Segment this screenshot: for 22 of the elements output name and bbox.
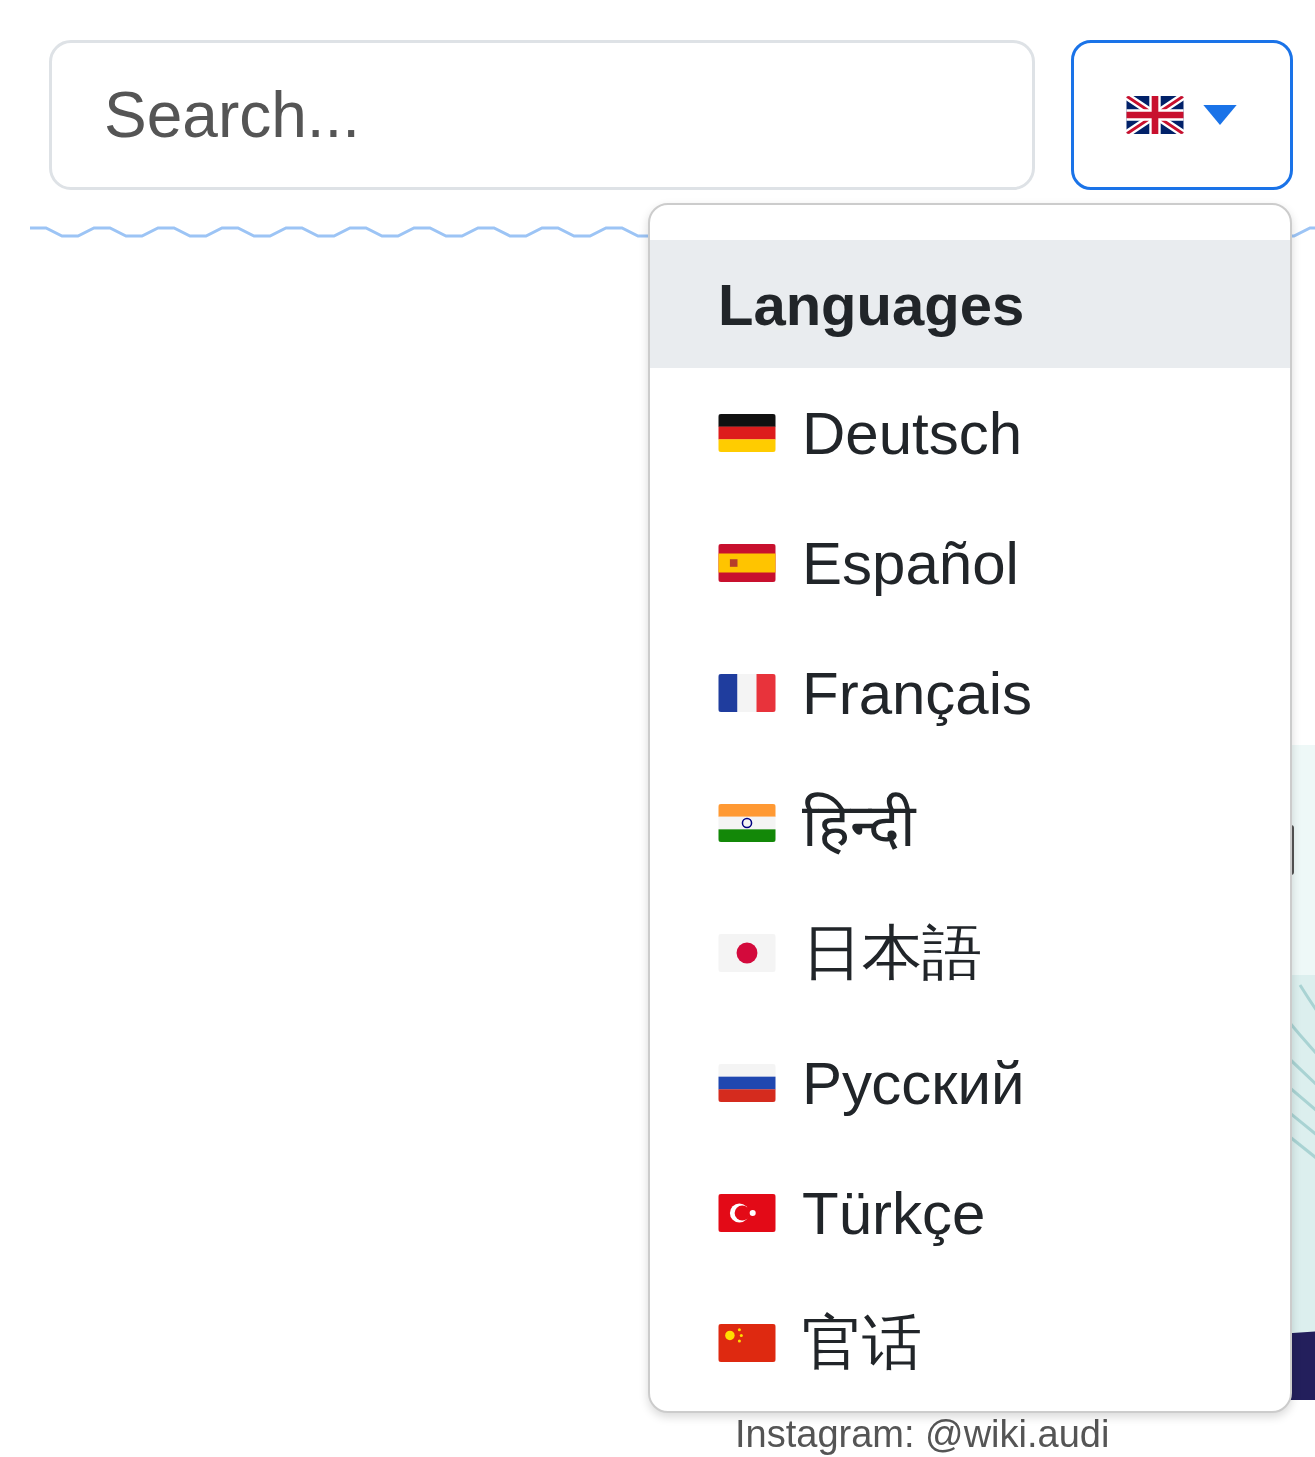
language-option[interactable]: Deutsch [650,368,1290,498]
language-button[interactable] [1071,40,1293,190]
language-option[interactable]: Русский [650,1018,1290,1148]
flag-icon [718,544,776,582]
flag-icon [1126,96,1184,134]
caret-icon [1202,105,1238,125]
flag-icon [718,804,776,842]
language-option[interactable]: Español [650,498,1290,628]
search-field[interactable]: Search... [49,40,1035,190]
language-option[interactable]: हिन्दी [650,758,1290,888]
flag-icon [718,1194,776,1232]
menu-header: Languages [650,240,1290,368]
flag-icon [718,414,776,452]
language-option[interactable]: 日本語 [650,888,1290,1018]
flag-icon [718,1324,776,1362]
caption-text: Instagram: @wiki.audi [735,1413,1110,1455]
flag-icon [718,934,776,972]
language-option[interactable]: Français [650,628,1290,758]
flag-icon [718,1064,776,1102]
language-option[interactable]: Türkçe [650,1148,1290,1278]
flag-icon [718,674,776,712]
language-option[interactable]: 官话 [650,1278,1290,1408]
